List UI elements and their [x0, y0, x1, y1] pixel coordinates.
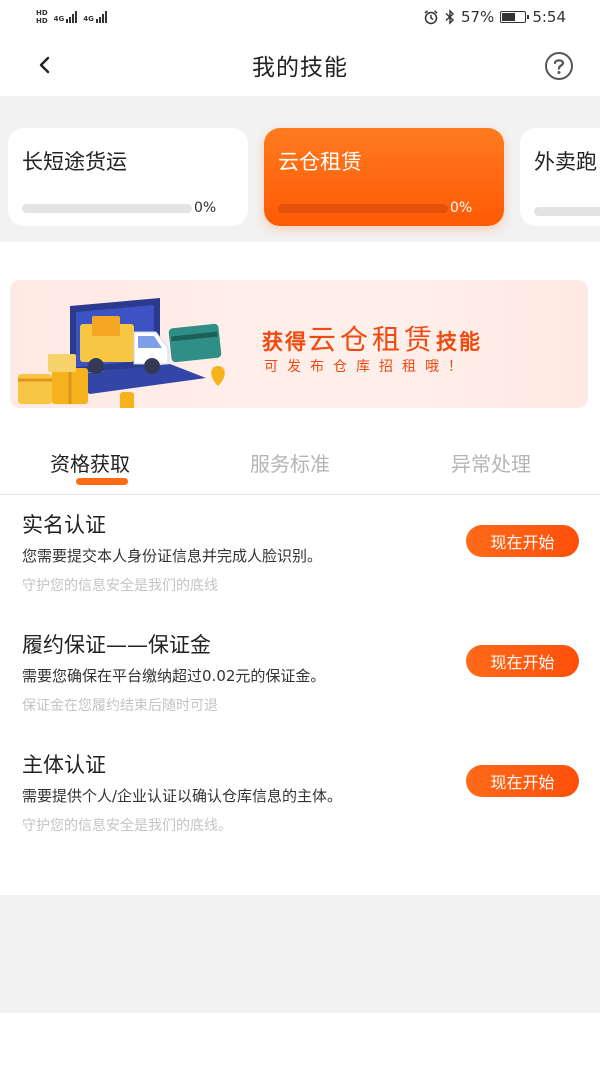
help-button[interactable] [544, 51, 574, 81]
network-type-2: 4G [83, 15, 94, 23]
battery-icon [500, 11, 530, 23]
chevron-left-icon [39, 56, 50, 74]
signal-2: 4G [83, 11, 107, 23]
list-item: 实名认证 您需要提交本人身份证信息并完成人脸识别。 守护您的信息安全是我们的底线… [0, 495, 600, 615]
back-button[interactable] [30, 50, 60, 80]
question-circle-icon [545, 52, 573, 80]
clock: 5:54 [532, 8, 566, 26]
list-item: 主体认证 需要提供个人/企业认证以确认仓库信息的主体。 守护您的信息安全是我们的… [0, 735, 600, 855]
banner-headline: 获得云仓租赁技能 [262, 318, 482, 358]
item-title: 实名认证 [22, 513, 106, 537]
skill-progress [534, 207, 600, 216]
truck-laptop-illustration [18, 298, 225, 408]
skill-card-freight[interactable]: 长短途货运 0% [8, 128, 248, 226]
item-note: 守护您的信息安全是我们的底线 [22, 578, 218, 594]
skill-progress: 0% [278, 200, 490, 216]
tab-exception-handling[interactable]: 异常处理 [451, 448, 531, 477]
hd-indicator: HD HD [36, 9, 48, 25]
tab-bar: 资格获取 服务标准 异常处理 [0, 432, 600, 495]
skill-cards: 长短途货运 0% 云仓租赁 0% 外卖跑 [0, 96, 600, 242]
tab-service-standard[interactable]: 服务标准 [250, 448, 330, 477]
progress-track [278, 203, 448, 213]
item-title: 履约保证——保证金 [22, 633, 211, 657]
start-deposit-button[interactable]: 现在开始 [466, 645, 579, 677]
progress-track [22, 203, 192, 213]
alarm-icon [424, 10, 438, 25]
status-left: HD HD 4G 4G [36, 9, 107, 25]
tab-indicator [76, 478, 128, 485]
hd-label-2: HD [36, 17, 48, 25]
status-bar: HD HD 4G 4G 57% 5:54 [0, 0, 600, 34]
banner-highlight: 云仓租赁 [308, 323, 437, 356]
item-description: 需要提供个人/企业认证以确认仓库信息的主体。 [22, 787, 343, 805]
start-realname-button[interactable]: 现在开始 [466, 525, 579, 557]
skill-name: 长短途货运 [22, 150, 127, 174]
network-type-1: 4G [53, 15, 65, 23]
signal-1: 4G [54, 11, 78, 23]
item-note: 守护您的信息安全是我们的底线。 [22, 818, 232, 834]
banner-subline: 可发布仓库招租哦！ [264, 359, 471, 375]
battery-percent: 57% [460, 8, 495, 26]
banner-suffix: 技能 [436, 330, 483, 354]
skill-name: 云仓租赁 [278, 150, 362, 174]
skill-name: 外卖跑 [534, 150, 597, 174]
start-entity-button[interactable]: 现在开始 [466, 765, 579, 797]
footer-spacer [0, 895, 600, 1013]
progress-track [534, 207, 600, 216]
signal-bars-icon [66, 11, 78, 23]
skill-progress: 0% [22, 200, 234, 216]
list-item: 履约保证——保证金 需要您确保在平台缴纳超过0.02元的保证金。 保证金在您履约… [0, 615, 600, 735]
bluetooth-icon [445, 9, 454, 25]
item-description: 需要您确保在平台缴纳超过0.02元的保证金。 [22, 667, 326, 685]
skill-card-warehouse[interactable]: 云仓租赁 0% [264, 128, 504, 226]
progress-percent: 0% [450, 200, 473, 216]
promo-banner[interactable]: 获得云仓租赁技能 可发布仓库招租哦！ [10, 280, 588, 408]
tab-qualification[interactable]: 资格获取 [50, 448, 130, 477]
bottom-area [0, 1013, 600, 1067]
nav-bar: 我的技能 [0, 34, 600, 96]
item-description: 您需要提交本人身份证信息并完成人脸识别。 [22, 547, 323, 565]
page-title: 我的技能 [252, 55, 348, 81]
banner-prefix: 获得 [262, 330, 308, 354]
hd-label-1: HD [36, 9, 48, 17]
skill-card-delivery[interactable]: 外卖跑 [520, 128, 600, 226]
banner-section: 获得云仓租赁技能 可发布仓库招租哦！ [0, 242, 600, 432]
item-note: 保证金在您履约结束后随时可退 [22, 698, 218, 714]
status-right: 57% 5:54 [423, 8, 566, 26]
progress-percent: 0% [194, 200, 217, 216]
requirement-list: 实名认证 您需要提交本人身份证信息并完成人脸识别。 守护您的信息安全是我们的底线… [0, 495, 600, 895]
signal-bars-icon [95, 11, 107, 23]
item-title: 主体认证 [22, 753, 106, 777]
